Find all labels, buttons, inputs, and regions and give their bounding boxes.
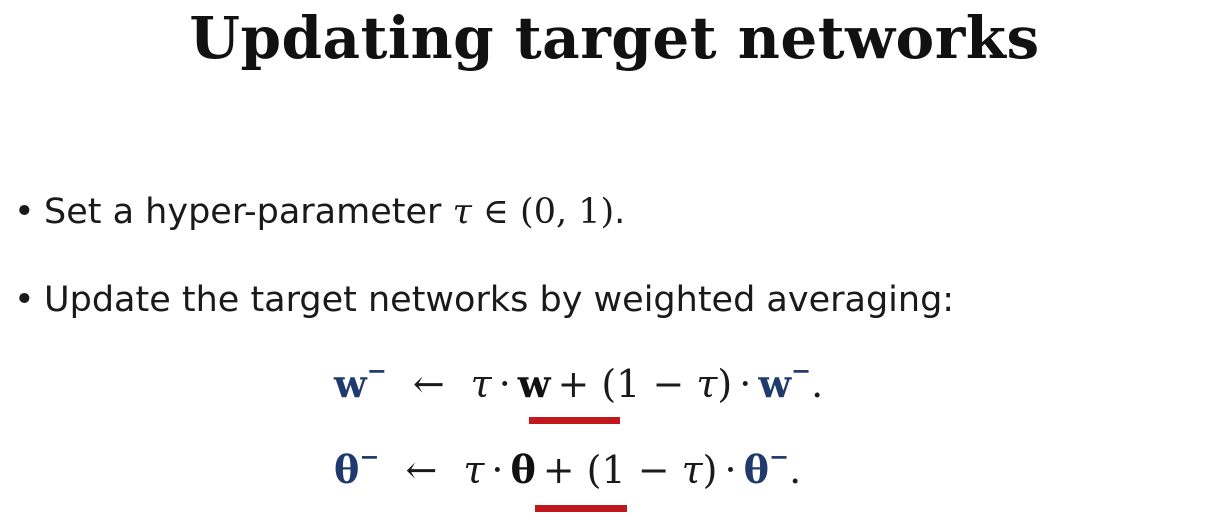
paren-close: ) xyxy=(702,448,718,492)
tau-symbol: τ xyxy=(452,192,472,232)
arrow-symbol: ← xyxy=(412,362,445,406)
tau-symbol: τ xyxy=(470,362,492,406)
equation-end: . xyxy=(811,362,824,406)
bullet-marker: • xyxy=(14,280,35,320)
dot-operator: · xyxy=(491,448,504,492)
lhs-superscript: − xyxy=(366,356,387,385)
paren-close: ) xyxy=(717,362,733,406)
plus-operator: + xyxy=(557,362,590,406)
bullet-marker: • xyxy=(14,192,35,232)
lhs-variable: w xyxy=(334,361,367,406)
lhs-superscript: − xyxy=(359,442,380,471)
paren-open: (1 − xyxy=(586,448,682,492)
mid-variable: w xyxy=(517,361,551,406)
tau-symbol: τ xyxy=(681,448,703,492)
rhs-superscript: − xyxy=(768,442,790,471)
rhs-superscript: − xyxy=(791,356,812,385)
dot-operator: · xyxy=(498,362,511,406)
arrow-symbol: ← xyxy=(405,448,438,492)
bullet-text: Set a hyper-parameter xyxy=(44,192,453,232)
slide-title: Updating target networks xyxy=(189,4,1040,72)
paren-open: (1 − xyxy=(601,362,697,406)
bullet-text: Update the target networks by weighted a… xyxy=(44,280,955,320)
rhs-variable: θ xyxy=(743,447,769,492)
rhs-variable: w xyxy=(758,361,792,406)
red-underline xyxy=(529,417,620,424)
equation-theta-update: θ− ← τ · θ + (1 − τ) · θ−. xyxy=(334,445,802,494)
equation-end: . xyxy=(789,448,802,492)
bullet-math: τ ∈ (0, 1) xyxy=(453,192,615,232)
lhs-variable: θ xyxy=(334,447,360,492)
bullet-end: . xyxy=(614,192,626,232)
plus-operator: + xyxy=(542,448,575,492)
tau-symbol: τ xyxy=(463,448,485,492)
dot-operator: · xyxy=(739,362,752,406)
bullet-item-update: • Update the target networks by weighted … xyxy=(14,278,954,322)
tau-symbol: τ xyxy=(696,362,718,406)
bullet-item-hyperparameter: • Set a hyper-parameter τ ∈ (0, 1). xyxy=(14,190,625,234)
mid-variable: θ xyxy=(510,447,536,492)
equation-w-update: w− ← τ · w + (1 − τ) · w−. xyxy=(334,359,824,408)
dot-operator: · xyxy=(724,448,737,492)
red-underline xyxy=(535,505,627,512)
interval-text: ∈ (0, 1) xyxy=(471,192,615,232)
